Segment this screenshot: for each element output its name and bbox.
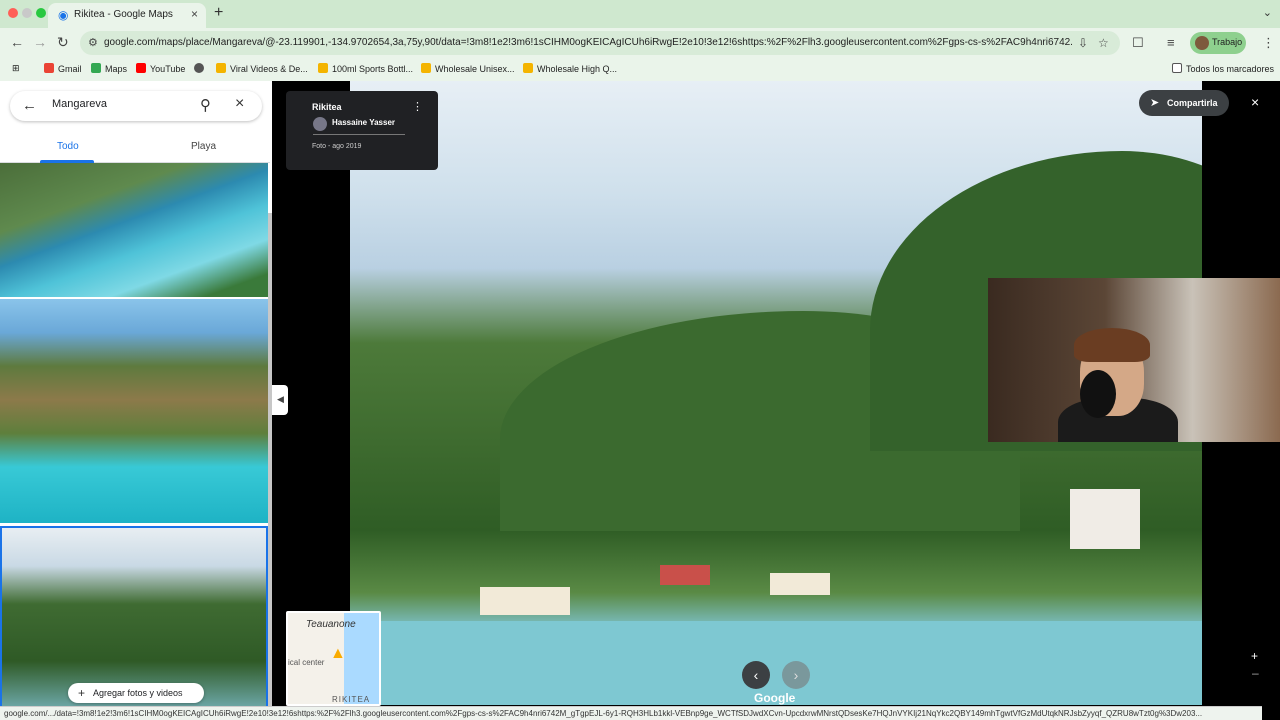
minimize-window-button[interactable]	[22, 8, 32, 18]
maps-sidebar: ← ⚲ × Todo Playa + Agregar fotos y video…	[0, 81, 272, 720]
reload-icon[interactable]: ↻	[57, 34, 69, 51]
globe-icon[interactable]	[194, 63, 208, 74]
bookmark-sports-bottle[interactable]: 100ml Sports Bottl...	[318, 63, 413, 74]
bookmark-wholesale-high[interactable]: Wholesale High Q...	[523, 63, 617, 74]
zoom-window-button[interactable]	[36, 8, 46, 18]
bookmark-youtube[interactable]: YouTube	[136, 63, 185, 74]
status-bar: google.com/.../data=!3m8!1e2!3m6!1sCIHM0…	[0, 706, 1262, 720]
bookmark-star-icon[interactable]: ☆	[1098, 36, 1109, 50]
church	[1070, 489, 1140, 549]
mouse-cursor-icon: ☝	[180, 687, 188, 701]
zoom-in-button[interactable]: +	[1251, 649, 1258, 663]
photo-author[interactable]: Hassaine Yasser	[332, 118, 395, 127]
bookmark-maps[interactable]: Maps	[91, 63, 127, 74]
headphones-icon	[1080, 370, 1116, 418]
minimap-place-label: Teauanone	[306, 619, 356, 630]
share-label: Compartirla	[1167, 98, 1218, 108]
new-tab-button[interactable]: +	[214, 4, 223, 22]
author-avatar[interactable]	[313, 117, 327, 131]
tab-todo[interactable]: Todo	[57, 141, 79, 152]
tab-title: Rikitea - Google Maps	[74, 9, 173, 20]
google-logo: Google	[754, 691, 796, 705]
tab-search-chevron-icon[interactable]: ⌄	[1263, 6, 1272, 19]
tab-playa[interactable]: Playa	[191, 141, 216, 152]
webcam-person-hair	[1074, 328, 1150, 362]
tab-strip: ◉ Rikitea - Google Maps × + ⌄	[0, 0, 1280, 28]
close-window-button[interactable]	[8, 8, 18, 18]
search-input[interactable]	[52, 98, 182, 110]
maps-favicon-icon: ◉	[58, 8, 69, 22]
all-bookmarks-folder[interactable]: Todos los marcadores	[1172, 63, 1274, 74]
site-info-icon[interactable]: ⚙	[88, 36, 98, 49]
chevron-right-icon: ›	[793, 667, 799, 683]
more-options-icon[interactable]: ⋮	[412, 100, 423, 113]
install-app-icon[interactable]: ⇩	[1078, 36, 1088, 50]
chevron-left-icon: ‹	[753, 667, 759, 683]
next-photo-button[interactable]: ›	[782, 661, 810, 689]
extensions-icon[interactable]: ☐	[1132, 35, 1144, 51]
divider	[313, 134, 405, 135]
apps-grid-icon[interactable]: ⊞	[12, 63, 20, 74]
bookmarks-bar: ⊞ Gmail Maps YouTube Viral Videos & De..…	[0, 58, 1280, 81]
photo-date: Foto - ago 2019	[312, 143, 362, 150]
pegman-icon[interactable]: ▲	[330, 645, 346, 663]
bookmark-wholesale-unisex[interactable]: Wholesale Unisex...	[421, 63, 515, 74]
minimap-town-label: RIKITEA	[332, 695, 371, 704]
browser-chrome: ◉ Rikitea - Google Maps × + ⌄ ← → ↻ ⚙ go…	[0, 0, 1280, 81]
add-photos-label: Agregar fotos y videos	[93, 688, 183, 698]
building	[660, 565, 710, 585]
profile-label: Trabajo	[1212, 37, 1243, 47]
share-button[interactable]: ➤ Compartirla	[1139, 90, 1229, 116]
webcam-overlay	[988, 278, 1280, 442]
browser-tab[interactable]: ◉ Rikitea - Google Maps ×	[48, 3, 206, 28]
bookmark-viral-videos[interactable]: Viral Videos & De...	[216, 63, 308, 74]
tab-close-icon[interactable]: ×	[191, 7, 198, 21]
forward-arrow-icon[interactable]: →	[33, 34, 47, 50]
minimap[interactable]: Teauanone ical center ▲ RIKITEA	[286, 611, 381, 706]
browser-toolbar: ← → ↻ ⚙ google.com/maps/place/Mangareva/…	[0, 28, 1280, 58]
building	[770, 573, 830, 595]
chevron-left-icon: ◀	[277, 394, 284, 404]
reading-list-icon[interactable]: ≡	[1167, 35, 1175, 50]
back-arrow-icon[interactable]: ←	[10, 34, 24, 50]
photo-info-card: Rikitea ⋮ Hassaine Yasser Foto - ago 201…	[286, 91, 438, 170]
photo-thumbnail[interactable]	[0, 299, 268, 523]
photo-thumbnail[interactable]	[0, 163, 268, 297]
sidebar-scrollbar[interactable]	[268, 213, 272, 713]
url-text[interactable]: google.com/maps/place/Mangareva/@-23.119…	[104, 37, 1072, 48]
maps-search-box[interactable]: ← ⚲ ×	[10, 91, 262, 121]
share-icon: ➤	[1150, 97, 1160, 109]
address-bar[interactable]: ⚙ google.com/maps/place/Mangareva/@-23.1…	[80, 31, 1120, 55]
status-url: google.com/.../data=!3m8!1e2!3m6!1sCIHM0…	[4, 709, 1203, 718]
plus-icon: +	[78, 686, 86, 700]
previous-photo-button[interactable]: ‹	[742, 661, 770, 689]
bookmark-gmail[interactable]: Gmail	[44, 63, 82, 74]
building	[480, 587, 570, 615]
profile-button[interactable]: Trabajo	[1190, 32, 1246, 54]
photo-place-title[interactable]: Rikitea	[312, 102, 342, 112]
profile-avatar	[1195, 36, 1209, 50]
minimap-poi-label: ical center	[288, 658, 325, 667]
back-arrow-icon[interactable]: ←	[22, 97, 37, 114]
close-icon[interactable]: ×	[235, 95, 244, 113]
close-viewer-icon[interactable]: ×	[1251, 94, 1259, 110]
collapse-sidebar-button[interactable]: ◀	[272, 385, 288, 415]
zoom-out-button[interactable]: –	[1252, 666, 1259, 680]
photo-category-tabs: Todo Playa	[0, 133, 270, 163]
search-icon[interactable]: ⚲	[200, 96, 211, 114]
browser-menu-icon[interactable]: ⋮	[1262, 35, 1275, 51]
